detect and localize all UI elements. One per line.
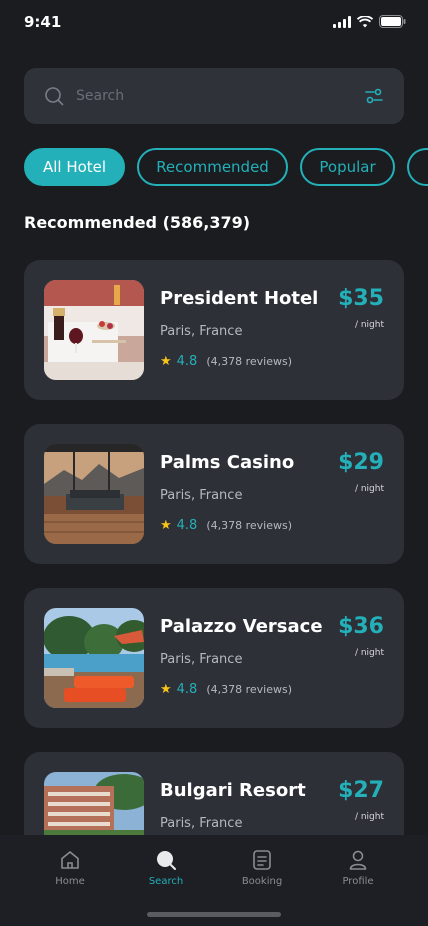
rating-value: 4.8 xyxy=(176,518,198,533)
home-indicator xyxy=(147,912,281,917)
price: $27 xyxy=(338,778,384,803)
hotel-location: Paris, France xyxy=(160,816,243,831)
hotel-name: Palazzo Versace xyxy=(160,616,323,637)
document-icon xyxy=(253,850,271,870)
status-bar: 9:41 xyxy=(0,0,428,44)
rating-row: ★ 4.8 (4,378 reviews) xyxy=(160,518,292,533)
chip-all-hotel[interactable]: All Hotel xyxy=(24,148,125,186)
price: $36 xyxy=(338,614,384,639)
hotel-card[interactable]: Bulgari Resort Paris, France $27 / night xyxy=(24,752,404,835)
hotel-card[interactable]: Palazzo Versace Paris, France ★ 4.8 (4,3… xyxy=(24,588,404,728)
tab-booking[interactable]: Booking xyxy=(222,849,302,891)
star-icon: ★ xyxy=(160,354,172,369)
filter-chips: All Hotel Recommended Popular xyxy=(24,148,428,186)
price: $29 xyxy=(338,450,384,475)
review-count: (4,378 reviews) xyxy=(206,519,293,532)
search-bar[interactable] xyxy=(24,68,404,124)
hotel-location: Paris, France xyxy=(160,652,243,667)
hotel-image xyxy=(44,444,144,544)
filter-icon[interactable] xyxy=(364,86,384,106)
battery-icon xyxy=(379,15,406,28)
hotel-name: Palms Casino xyxy=(160,452,295,473)
price: $35 xyxy=(338,286,384,311)
tab-profile[interactable]: Profile xyxy=(318,849,398,891)
hotel-image xyxy=(44,772,144,835)
status-icons xyxy=(333,15,406,28)
tab-label: Booking xyxy=(241,876,283,887)
search-input[interactable] xyxy=(76,88,364,104)
hotel-card[interactable]: Palms Casino Paris, France ★ 4.8 (4,378 … xyxy=(24,424,404,564)
price-unit: / night xyxy=(354,484,384,494)
wifi-icon xyxy=(357,15,373,27)
star-icon: ★ xyxy=(160,518,172,533)
tab-label: Search xyxy=(148,876,184,887)
review-count: (4,378 reviews) xyxy=(206,683,293,696)
tab-home[interactable]: Home xyxy=(30,849,110,891)
rating-value: 4.8 xyxy=(176,354,198,369)
tab-label: Home xyxy=(55,876,85,887)
rating-row: ★ 4.8 (4,378 reviews) xyxy=(160,354,292,369)
rating-value: 4.8 xyxy=(176,682,198,697)
status-time: 9:41 xyxy=(24,13,62,31)
price-unit: / night xyxy=(354,648,384,658)
user-icon xyxy=(349,850,367,870)
search-icon xyxy=(157,851,176,870)
search-icon xyxy=(45,87,64,106)
price-unit: / night xyxy=(354,812,384,822)
chip-recommended[interactable]: Recommended xyxy=(137,148,288,186)
tab-search[interactable]: Search xyxy=(126,849,206,891)
section-title: Recommended (586,379) xyxy=(24,213,251,232)
star-icon: ★ xyxy=(160,682,172,697)
chip-more[interactable] xyxy=(407,148,428,186)
review-count: (4,378 reviews) xyxy=(206,355,293,368)
hotel-location: Paris, France xyxy=(160,488,243,503)
home-icon xyxy=(61,851,79,869)
cellular-signal-icon xyxy=(333,15,351,28)
rating-row: ★ 4.8 (4,378 reviews) xyxy=(160,682,292,697)
hotel-image xyxy=(44,280,144,380)
hotel-name: President Hotel xyxy=(160,288,319,309)
hotel-list: President Hotel Paris, France ★ 4.8 (4,3… xyxy=(24,260,404,835)
chip-popular[interactable]: Popular xyxy=(300,148,395,186)
hotel-location: Paris, France xyxy=(160,324,243,339)
hotel-name: Bulgari Resort xyxy=(160,780,306,801)
hotel-image xyxy=(44,608,144,708)
tab-label: Profile xyxy=(342,876,374,887)
hotel-card[interactable]: President Hotel Paris, France ★ 4.8 (4,3… xyxy=(24,260,404,400)
price-unit: / night xyxy=(354,320,384,330)
